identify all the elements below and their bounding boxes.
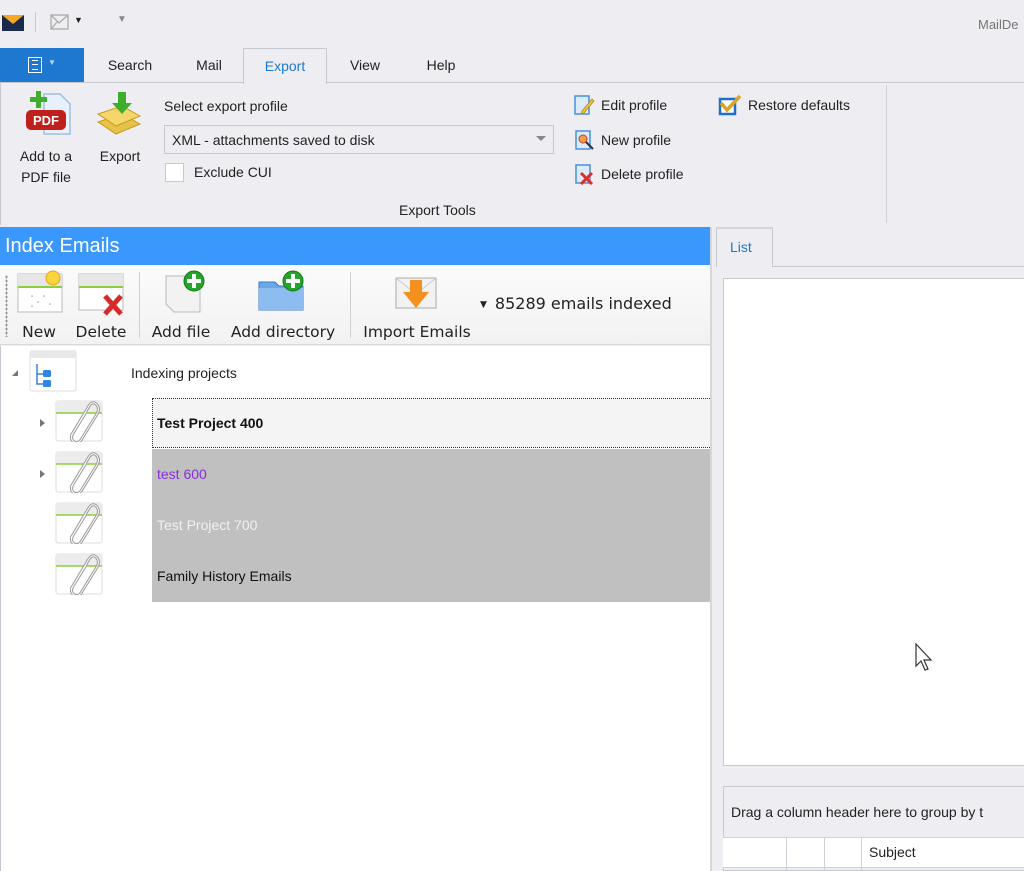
edit-profile-button[interactable]: Edit profile [573,94,667,116]
delete-profile-label: Delete profile [601,166,684,182]
quick-access-dropdown-icon[interactable]: ▼ [74,15,83,25]
chevron-down-icon [536,136,546,141]
new-window-icon [17,270,63,313]
chevron-down-icon: ▼ [48,58,56,67]
ribbon-body [0,83,1024,225]
paperclip-project-icon [55,502,103,544]
panel-splitter[interactable] [710,227,712,871]
export-tools-group-label: Export Tools [399,202,476,218]
exclude-cui-checkbox[interactable] [165,163,184,182]
edit-document-icon [574,95,595,115]
tab-export[interactable]: Export [243,48,327,84]
add-folder-icon [258,270,304,311]
tabstrip-divider [772,266,1024,267]
list-content-area[interactable] [723,278,1024,766]
tree-root-label: Indexing projects [131,365,237,381]
project-tree-icon [29,350,77,392]
add-directory-label: Add directory [230,323,336,341]
import-emails-button[interactable]: Import Emails [360,270,474,342]
new-project-button[interactable]: New [14,270,64,342]
grid-column-header-subject[interactable] [861,837,862,871]
paperclip-project-icon [55,553,103,595]
group-by-hint: Drag a column header here to group by t [731,804,984,820]
email-count-text: 85289 emails indexed [494,294,672,313]
add-file-icon [165,270,205,313]
new-document-icon [575,130,594,150]
paperclip-project-icon [55,400,103,442]
export-stack-icon [96,92,142,135]
export-profile-value: XML - attachments saved to disk [172,132,375,148]
svg-text:PDF: PDF [33,113,59,128]
tab-mail[interactable]: Mail [180,48,238,83]
restore-defaults-label: Restore defaults [748,97,850,113]
delete-project-button[interactable]: Delete [75,270,127,342]
tab-list[interactable]: List [716,227,773,267]
export-label: Export [99,148,141,164]
pdf-add-icon: PDF [26,91,71,135]
grid-column-header[interactable] [786,837,787,871]
quick-access-separator [35,12,36,32]
new-label: New [22,323,56,341]
ribbon-border [0,83,1,225]
file-menu-button[interactable]: ▼ [0,48,84,83]
paperclip-project-icon [55,451,103,493]
tab-view[interactable]: View [333,48,397,83]
envelope-logo-icon[interactable] [2,13,24,31]
toolbar-separator [350,272,351,338]
delete-label: Delete [75,323,127,341]
toolbar-separator [139,272,140,338]
add-file-label: Add file [151,323,211,341]
delete-document-icon [575,164,594,185]
delete-window-icon [78,273,124,316]
subject-column-label: Subject [869,844,916,860]
tree-border [0,346,1,871]
add-to-pdf-label: Add to a PDF file [19,148,73,185]
export-button[interactable]: Export [92,90,148,170]
new-profile-button[interactable]: New profile [573,129,671,151]
import-emails-label: Import Emails [363,323,471,341]
customize-toolbar-icon[interactable]: ▼ [117,14,127,25]
checkbox-checked-icon [718,94,742,116]
delete-profile-button[interactable]: Delete profile [573,163,684,185]
restore-defaults-button[interactable]: Restore defaults [718,94,850,116]
mouse-cursor-icon [915,642,933,671]
edit-profile-label: Edit profile [601,97,668,113]
application-menu-icon [28,57,42,73]
window-title: MailDe [978,17,1019,32]
exclude-cui-label[interactable]: Exclude CUI [194,164,272,180]
new-profile-label: New profile [601,132,672,148]
index-emails-header: Index Emails [0,227,712,265]
add-to-pdf-button[interactable]: PDF Add to a PDF file [8,90,84,190]
tree-expanded-icon[interactable] [12,370,18,376]
toolbar-grip-handle[interactable] [5,275,8,337]
export-profile-select[interactable]: XML - attachments saved to disk [164,125,554,154]
tree-collapsed-icon[interactable] [40,470,45,478]
email-outline-icon[interactable] [50,13,70,31]
add-file-button[interactable]: Add file [148,270,214,342]
title-bar [0,0,1024,46]
tree-project-label: Family History Emails [157,568,292,584]
grid-column-header[interactable] [824,837,825,871]
dropdown-caret-icon: ▼ [480,299,487,310]
tree-project-label: Test Project 700 [157,517,258,533]
tree-collapsed-icon[interactable] [40,419,45,427]
tab-search[interactable]: Search [88,48,172,83]
tree-project-label: test 600 [157,466,207,482]
tree-project-label: Test Project 400 [157,415,264,431]
import-email-icon [395,277,437,309]
add-directory-button[interactable]: Add directory [227,270,339,342]
tab-help[interactable]: Help [410,48,472,83]
email-count-status[interactable]: ▼ 85289 emails indexed [480,294,672,313]
export-profile-label: Select export profile [164,98,288,114]
ribbon-group-separator [886,85,887,223]
